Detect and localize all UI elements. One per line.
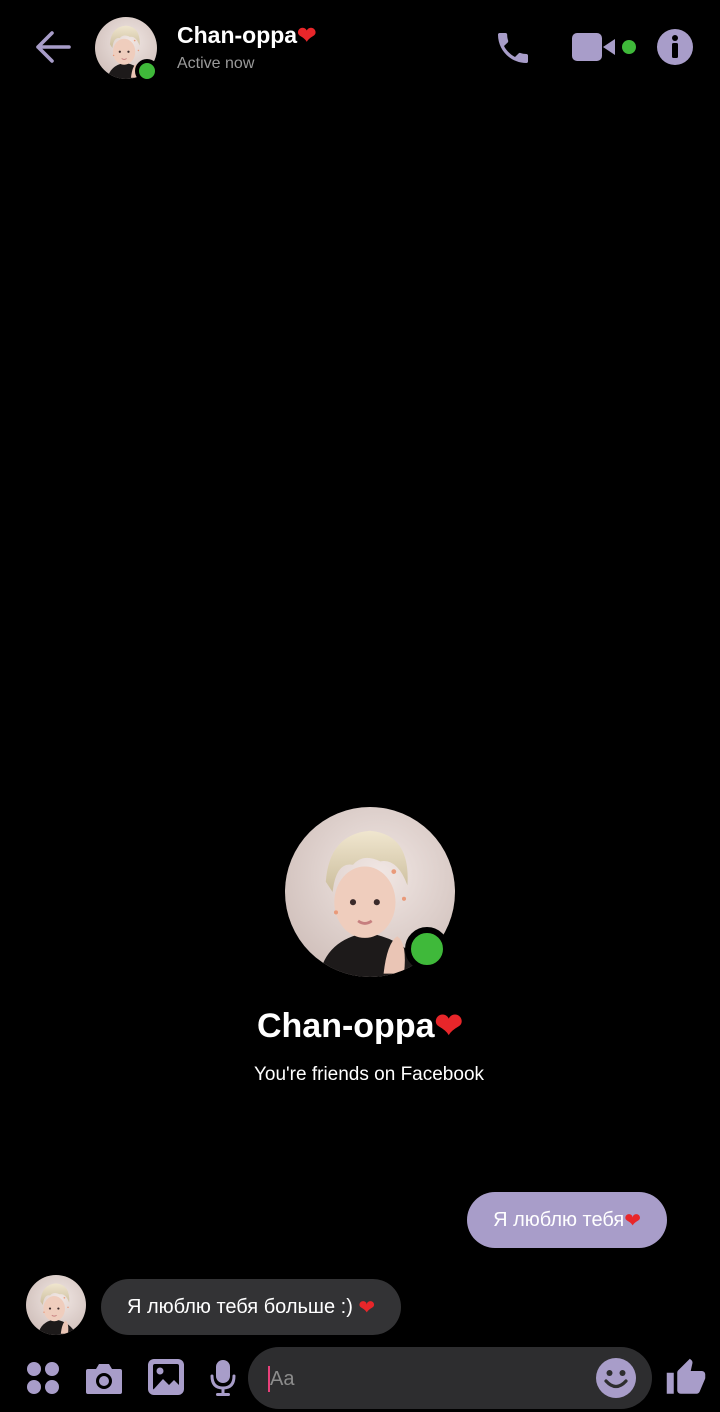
info-button[interactable]	[654, 26, 696, 68]
thumbs-up-icon	[666, 1358, 706, 1394]
like-button[interactable]	[664, 1356, 708, 1400]
chat-header: Chan-oppa❤ Active now	[0, 0, 720, 100]
heart-icon: ❤	[624, 1209, 641, 1232]
friendship-status: You're friends on Facebook	[253, 1064, 485, 1085]
heart-icon: ❤	[358, 1296, 376, 1319]
contact-name-text: Chan-oppa	[177, 22, 298, 48]
avatar	[26, 1275, 86, 1335]
video-camera-icon	[572, 33, 636, 61]
gallery-button[interactable]	[146, 1357, 186, 1397]
arrow-left-icon	[36, 31, 71, 63]
online-status-dot	[405, 927, 449, 971]
contact-name[interactable]: Chan-oppa❤	[177, 22, 316, 49]
info-icon	[657, 29, 693, 65]
message-composer	[0, 1344, 720, 1412]
contact-status: Active now	[177, 55, 255, 72]
header-avatar[interactable]	[95, 17, 159, 83]
message-bubble-outgoing[interactable]: Я люблю тебя ❤	[467, 1192, 667, 1248]
heart-icon: ❤	[434, 1007, 464, 1045]
apps-button[interactable]	[24, 1359, 62, 1397]
emoji-button[interactable]	[594, 1356, 638, 1400]
profile-avatar[interactable]	[285, 807, 455, 977]
message-text: Я люблю тебя больше :)	[127, 1295, 359, 1318]
message-text: Я люблю тебя	[493, 1208, 625, 1231]
microphone-icon	[210, 1360, 236, 1396]
profile-name-text: Chan-oppa	[256, 1007, 435, 1045]
text-caret	[268, 1366, 270, 1392]
message-input-container	[248, 1347, 652, 1411]
sender-avatar[interactable]	[26, 1275, 86, 1335]
voice-call-button[interactable]	[490, 26, 536, 70]
message-input[interactable]	[268, 1347, 592, 1411]
online-status-dot	[135, 59, 159, 83]
voice-message-button[interactable]	[206, 1357, 240, 1399]
heart-icon: ❤	[297, 22, 317, 48]
image-icon	[148, 1359, 184, 1395]
apps-grid-icon	[27, 1362, 59, 1394]
video-call-button[interactable]	[570, 28, 644, 68]
camera-button[interactable]	[83, 1358, 125, 1398]
emoji-icon	[596, 1358, 636, 1398]
camera-icon	[86, 1364, 122, 1394]
profile-name: Chan-oppa❤	[0, 1006, 720, 1046]
message-bubble-incoming[interactable]: Я люблю тебя больше :) ❤	[101, 1279, 402, 1335]
phone-icon	[498, 33, 528, 63]
back-button[interactable]	[28, 24, 78, 70]
